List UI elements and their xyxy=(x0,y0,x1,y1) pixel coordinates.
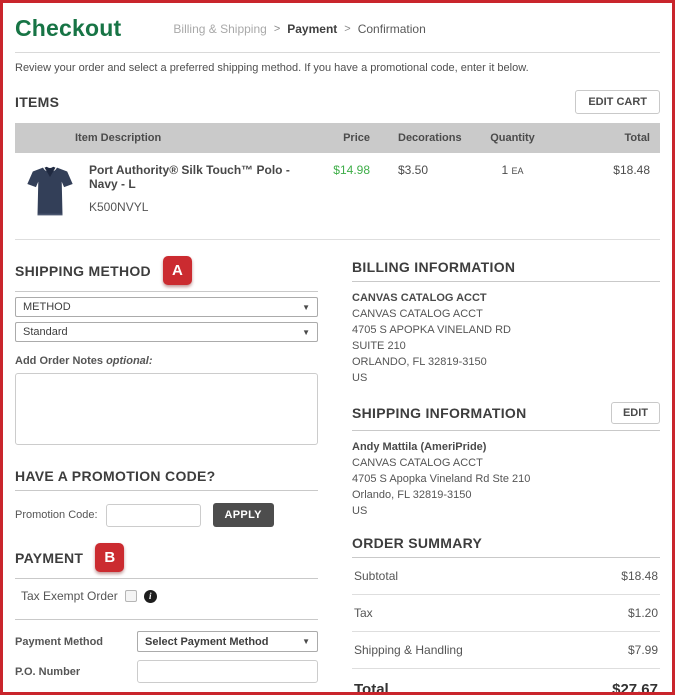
item-price: $14.98 xyxy=(333,163,370,177)
summary-row-subtotal: Subtotal $18.48 xyxy=(352,558,660,595)
summary-row-total: Total $27.67 xyxy=(352,669,660,695)
shipping-method-header: SHIPPING METHOD A xyxy=(15,256,318,285)
summary-row-tax: Tax $1.20 xyxy=(352,595,660,632)
item-name: Port Authority® Silk Touch™ Polo - Navy … xyxy=(89,163,290,191)
info-icon[interactable]: i xyxy=(143,589,157,603)
annotation-marker-a: A xyxy=(162,256,192,285)
billing-name: CANVAS CATALOG ACCT xyxy=(352,292,487,304)
section-divider xyxy=(15,619,318,620)
edit-shipping-button[interactable]: EDIT xyxy=(610,402,660,424)
summary-label: Shipping & Handling xyxy=(354,643,463,657)
column-price: Price xyxy=(343,132,370,144)
items-table-header: Item Description Price Decorations Quant… xyxy=(15,123,660,153)
column-decorations: Decorations xyxy=(398,132,462,144)
column-item-description: Item Description xyxy=(75,132,162,144)
summary-value: $18.48 xyxy=(621,569,658,583)
chevron-down-icon: ▼ xyxy=(302,302,310,312)
order-notes-label: Add Order Notes optional: xyxy=(15,355,153,367)
item-sku: K500NVYL xyxy=(89,200,149,214)
item-total: $18.48 xyxy=(613,163,650,177)
page-header: Checkout Billing & Shipping > Payment > … xyxy=(15,9,660,52)
shipping-address: Andy Mattila (AmeriPride) CANVAS CATALOG… xyxy=(352,431,660,519)
payment-method-select[interactable]: Select Payment Method ▼ xyxy=(137,631,318,652)
edit-cart-button[interactable]: EDIT CART xyxy=(575,90,660,114)
tax-exempt-checkbox[interactable] xyxy=(124,590,137,602)
billing-address: CANVAS CATALOG ACCT CANVAS CATALOG ACCT … xyxy=(352,282,660,386)
item-description-cell: Port Authority® Silk Touch™ Polo - Navy … xyxy=(25,163,290,219)
items-section-header: ITEMS EDIT CART xyxy=(15,90,660,114)
summary-label: Tax xyxy=(354,606,373,620)
shipping-service-select-value: Standard xyxy=(23,326,68,338)
promotion-code-input[interactable] xyxy=(105,503,201,527)
shipping-service-select[interactable]: Standard ▼ xyxy=(15,322,318,342)
breadcrumb-separator: > xyxy=(344,22,351,35)
po-number-label: P.O. Number xyxy=(15,665,81,678)
billing-line: SUITE 210 xyxy=(352,340,406,352)
chevron-down-icon: ▼ xyxy=(302,637,310,646)
shipping-line: Orlando, FL 32819-3150 xyxy=(352,489,472,501)
summary-value: $7.99 xyxy=(627,643,658,657)
shipping-method-select[interactable]: METHOD ▼ xyxy=(15,297,318,317)
breadcrumb-billing-shipping[interactable]: Billing & Shipping xyxy=(173,22,266,36)
shipping-info-heading: SHIPPING INFORMATION xyxy=(352,405,527,421)
po-number-row: P.O. Number xyxy=(15,660,318,683)
total-value: $27.67 xyxy=(612,681,658,695)
payment-method-label: Payment Method xyxy=(15,635,104,648)
chevron-down-icon: ▼ xyxy=(302,327,310,337)
right-column: BILLING INFORMATION CANVAS CATALOG ACCT … xyxy=(352,256,660,695)
payment-header: PAYMENT B xyxy=(15,543,318,572)
payment-method-select-value: Select Payment Method xyxy=(145,635,269,648)
shipping-line: CANVAS CATALOG ACCT xyxy=(352,457,483,469)
breadcrumb-separator: > xyxy=(273,22,281,35)
billing-line: ORLANDO, FL 32819-3150 xyxy=(352,356,487,368)
billing-line: 4705 S APOPKA VINELAND RD xyxy=(352,324,511,336)
page-title: Checkout xyxy=(15,15,122,41)
order-notes-optional: optional: xyxy=(106,355,153,367)
apply-button[interactable]: APPLY xyxy=(212,503,274,527)
annotation-marker-b: B xyxy=(95,543,125,572)
shipping-method-heading: SHIPPING METHOD xyxy=(15,262,151,279)
section-divider xyxy=(15,291,318,292)
section-divider xyxy=(15,490,318,491)
breadcrumb-payment: Payment xyxy=(287,21,338,36)
column-quantity: Quantity xyxy=(490,132,535,144)
items-heading: ITEMS xyxy=(15,94,60,110)
left-column: SHIPPING METHOD A METHOD ▼ Standard ▼ Ad… xyxy=(15,256,318,692)
order-notes-textarea[interactable] xyxy=(15,373,318,445)
item-decorations: $3.50 xyxy=(398,163,429,177)
summary-row-shipping: Shipping & Handling $7.99 xyxy=(352,632,660,669)
breadcrumb-confirmation: Confirmation xyxy=(357,21,426,36)
tax-exempt-row: Tax Exempt Order i xyxy=(15,579,318,613)
shipping-method-select-value: METHOD xyxy=(23,301,71,313)
table-row: Port Authority® Silk Touch™ Polo - Navy … xyxy=(15,153,660,240)
billing-line: US xyxy=(352,372,368,384)
shipping-name: Andy Mattila (AmeriPride) xyxy=(352,441,487,453)
total-label: Total xyxy=(354,681,389,695)
order-summary-heading: ORDER SUMMARY xyxy=(352,535,483,551)
column-total: Total xyxy=(624,132,650,144)
tax-exempt-label: Tax Exempt Order xyxy=(21,589,118,603)
payment-method-row: Payment Method Select Payment Method ▼ xyxy=(15,631,318,652)
shipping-line: US xyxy=(352,505,368,517)
billing-info-heading: BILLING INFORMATION xyxy=(352,259,516,275)
shipping-info-header: SHIPPING INFORMATION EDIT xyxy=(352,402,660,424)
summary-label: Subtotal xyxy=(354,569,399,583)
po-number-input[interactable] xyxy=(137,660,318,683)
breadcrumb: Billing & Shipping > Payment > Confirmat… xyxy=(173,22,425,36)
shipping-line: 4705 S Apopka Vineland Rd Ste 210 xyxy=(352,473,531,485)
summary-value: $1.20 xyxy=(627,606,658,620)
item-quantity: 1 EA xyxy=(501,163,524,177)
intro-text: Review your order and select a preferred… xyxy=(15,62,529,74)
product-image xyxy=(27,166,73,216)
billing-line: CANVAS CATALOG ACCT xyxy=(352,308,483,320)
item-quantity-unit: EA xyxy=(511,166,524,176)
payment-heading: PAYMENT xyxy=(15,549,84,566)
promotion-code-label: Promotion Code: xyxy=(15,509,98,521)
promotion-row: Promotion Code: APPLY xyxy=(15,503,318,527)
item-text: Port Authority® Silk Touch™ Polo - Navy … xyxy=(89,163,290,214)
checkout-page: Checkout Billing & Shipping > Payment > … xyxy=(0,0,675,695)
promotion-heading: HAVE A PROMOTION CODE? xyxy=(15,468,216,484)
